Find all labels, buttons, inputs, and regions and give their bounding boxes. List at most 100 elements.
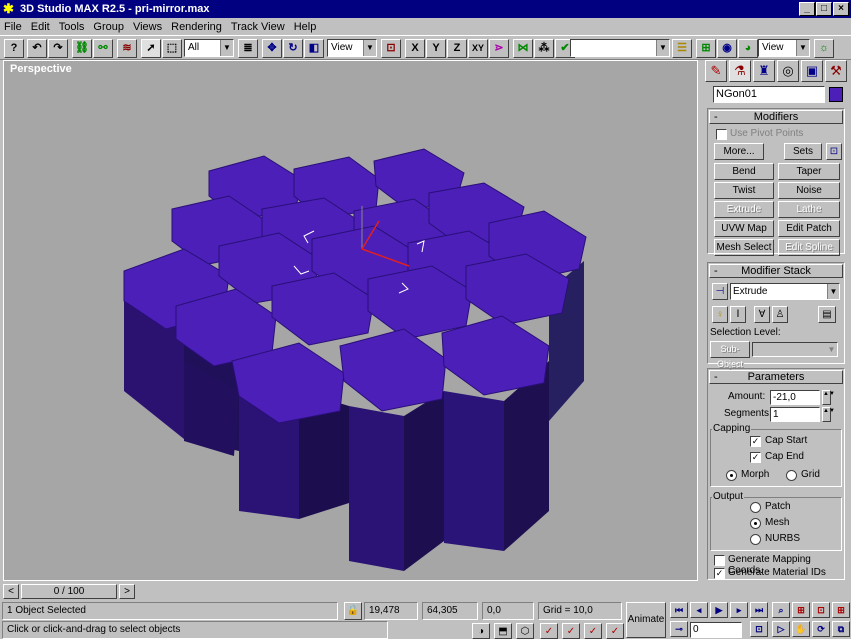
goto-start-icon[interactable]: ⏮ xyxy=(670,602,688,618)
sets-button[interactable]: Sets xyxy=(784,143,822,160)
window-crossing-icon[interactable]: ✓ xyxy=(606,623,624,639)
angle-snap-icon[interactable]: ⬡ xyxy=(516,623,534,639)
noise-button[interactable]: Noise xyxy=(778,182,840,199)
modifier-stack-header[interactable]: - Modifier Stack xyxy=(709,264,843,278)
edit-patch-button[interactable]: Edit Patch xyxy=(778,220,840,237)
material-editor-icon[interactable]: ◉ xyxy=(717,39,737,58)
animate-button[interactable]: Animate xyxy=(626,602,666,638)
parameters-header[interactable]: - Parameters xyxy=(709,370,843,384)
patch-radio[interactable] xyxy=(750,502,761,513)
modifiers-rollout-header[interactable]: - Modifiers xyxy=(709,110,843,124)
configure-sets-icon[interactable]: ⊡ xyxy=(826,143,842,160)
segments-spinner[interactable]: ▲▼ xyxy=(822,407,835,422)
generate-mapping-checkbox[interactable] xyxy=(714,555,725,566)
field-of-view-icon[interactable]: ▷ xyxy=(772,621,790,637)
amount-input[interactable]: -21,0 xyxy=(770,390,820,405)
undo-icon[interactable]: ↶ xyxy=(27,39,47,58)
motion-tab-icon[interactable]: ◎ xyxy=(777,60,799,82)
show-end-result-icon[interactable]: Ⅰ xyxy=(730,306,746,323)
menu-group[interactable]: Group xyxy=(93,21,124,33)
pan-icon[interactable]: ✋ xyxy=(792,621,810,637)
time-config-icon[interactable]: ⊡ xyxy=(750,621,768,637)
crossing-select-icon[interactable]: ✓ xyxy=(584,623,602,639)
close-button[interactable]: × xyxy=(833,2,849,16)
move-icon[interactable]: ✥ xyxy=(262,39,282,58)
quick-render-icon[interactable]: ☼ xyxy=(814,39,834,58)
link-icon[interactable]: ⛓ xyxy=(72,39,92,58)
render-scene-icon[interactable]: ◕ xyxy=(738,39,758,58)
pin-stack-icon[interactable]: ⊣ xyxy=(712,283,728,300)
scale-icon[interactable]: ◧ xyxy=(304,39,324,58)
next-frame-icon[interactable]: ▸ xyxy=(730,602,748,618)
select-by-name-icon[interactable]: ≣ xyxy=(238,39,258,58)
reference-coord-select[interactable]: View ▼ xyxy=(327,39,377,57)
more-button[interactable]: More... xyxy=(714,143,764,160)
use-pivot-checkbox[interactable] xyxy=(716,129,727,140)
inverse-kinematics-icon[interactable]: ⋗ xyxy=(489,39,509,58)
object-name-field[interactable]: NGon01 xyxy=(713,86,825,103)
menu-file[interactable]: File xyxy=(4,21,22,33)
menu-help[interactable]: Help xyxy=(294,21,317,33)
cap-start-checkbox[interactable]: ✓ xyxy=(750,436,761,447)
edit-stack-icon[interactable]: ▤ xyxy=(818,306,836,323)
sub-object-level-select[interactable]: ▼ xyxy=(752,342,838,357)
select-icon[interactable]: ➚ xyxy=(141,39,161,58)
taper-button[interactable]: Taper xyxy=(778,163,840,180)
selection-filter-select[interactable]: All ▼ xyxy=(184,39,234,57)
zoom-all-icon[interactable]: ⊞ xyxy=(792,602,810,618)
track-view-icon[interactable]: ☰ xyxy=(672,39,692,58)
sub-object-button[interactable]: Sub-Object xyxy=(710,341,750,369)
extrude-button[interactable]: Extrude xyxy=(714,201,774,218)
generate-material-ids-checkbox[interactable]: ✓ xyxy=(714,568,725,579)
maximize-button[interactable]: □ xyxy=(816,2,832,16)
pivot-center-icon[interactable]: ⊡ xyxy=(381,39,401,58)
lathe-button[interactable]: Lathe xyxy=(778,201,840,218)
amount-spinner[interactable]: ▲▼ xyxy=(822,390,835,405)
mesh-radio[interactable] xyxy=(750,518,761,529)
redo-icon[interactable]: ↷ xyxy=(48,39,68,58)
rotate-icon[interactable]: ↻ xyxy=(283,39,303,58)
menu-edit[interactable]: Edit xyxy=(31,21,50,33)
make-unique-icon[interactable]: ∀ xyxy=(754,306,770,323)
arc-rotate-icon[interactable]: ⟳ xyxy=(812,621,830,637)
menu-track-view[interactable]: Track View xyxy=(231,21,285,33)
display-tab-icon[interactable]: ▣ xyxy=(801,60,823,82)
bend-button[interactable]: Bend xyxy=(714,163,774,180)
time-slider-thumb[interactable]: 0 / 100 xyxy=(21,584,117,599)
object-color-swatch[interactable] xyxy=(829,87,843,102)
menu-rendering[interactable]: Rendering xyxy=(171,21,222,33)
goto-end-icon[interactable]: ⏭ xyxy=(750,602,768,618)
percent-snap-icon[interactable]: ✓ xyxy=(540,623,558,639)
axis-z-button[interactable]: Z xyxy=(447,39,467,58)
spinner-snap-icon[interactable]: ✓ xyxy=(562,623,580,639)
prev-frame-icon[interactable]: ◂ xyxy=(690,602,708,618)
zoom-extents-all-icon[interactable]: ⊞ xyxy=(832,602,850,618)
twist-button[interactable]: Twist xyxy=(714,182,774,199)
axis-xy-button[interactable]: XY xyxy=(468,39,488,58)
morph-radio[interactable] xyxy=(726,470,737,481)
zoom-extents-icon[interactable]: ⊡ xyxy=(812,602,830,618)
bind-space-warp-icon[interactable]: ≋ xyxy=(117,39,137,58)
snap-toggle-icon[interactable]: ◑ xyxy=(472,623,490,639)
mirror-icon[interactable]: ⋈ xyxy=(513,39,533,58)
uvw-map-button[interactable]: UVW Map xyxy=(714,220,774,237)
time-slider-prev-button[interactable]: < xyxy=(3,584,19,599)
time-slider-next-button[interactable]: > xyxy=(119,584,135,599)
key-mode-icon[interactable]: ⊸ xyxy=(670,621,688,637)
modifier-stack-select[interactable]: Extrude ▼ xyxy=(730,283,840,300)
nurbs-radio[interactable] xyxy=(750,534,761,545)
zoom-icon[interactable]: ⌕ xyxy=(772,602,790,618)
axis-x-button[interactable]: X xyxy=(405,39,425,58)
render-type-select[interactable]: View ▼ xyxy=(758,39,810,57)
schematic-icon[interactable]: ⊞ xyxy=(696,39,716,58)
perspective-viewport[interactable]: Perspective xyxy=(3,60,698,581)
play-icon[interactable]: ▶ xyxy=(710,602,728,618)
active-inactive-toggle-icon[interactable]: ♀ xyxy=(712,306,728,323)
hierarchy-tab-icon[interactable]: ♜ xyxy=(753,60,775,82)
selection-lock-icon[interactable]: 🔒 xyxy=(344,602,362,620)
remove-modifier-icon[interactable]: ♙ xyxy=(772,306,788,323)
modify-tab-icon[interactable]: ⚗ xyxy=(729,60,751,82)
axis-y-button[interactable]: Y xyxy=(426,39,446,58)
min-max-toggle-icon[interactable]: ⧉ xyxy=(832,621,850,637)
edit-spline-button[interactable]: Edit Spline xyxy=(778,239,840,256)
